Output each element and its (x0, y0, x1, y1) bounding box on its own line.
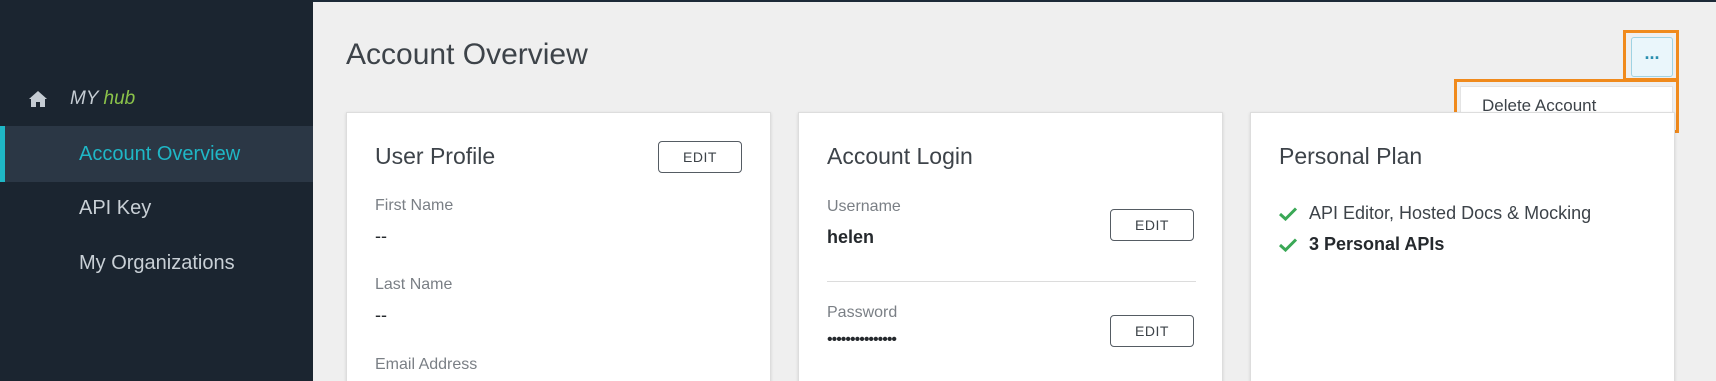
brand-link[interactable]: MY hub (28, 88, 135, 110)
first-name-label: First Name (375, 197, 454, 214)
first-name-value: -- (375, 226, 387, 246)
edit-username-button[interactable]: EDIT (1110, 209, 1194, 241)
personal-plan-card: Personal Plan API Editor, Hosted Docs & … (1250, 112, 1675, 381)
username-value: helen (827, 227, 875, 247)
account-login-card: Account Login Username helen EDIT Passwo… (798, 112, 1223, 381)
card-title: Account Login (827, 143, 973, 169)
edit-password-button[interactable]: EDIT (1110, 315, 1194, 347)
brand-hub: hub (103, 88, 136, 109)
sidebar-item-label: Account Overview (79, 142, 241, 165)
password-label: Password (827, 304, 898, 321)
card-title: User Profile (375, 143, 496, 169)
divider (827, 281, 1196, 282)
sidebar: MY hub Account Overview API Key My Organ… (0, 0, 313, 381)
sidebar-item-label: My Organizations (79, 251, 235, 274)
edit-profile-button[interactable]: EDIT (658, 141, 742, 173)
brand-my: MY (70, 88, 99, 109)
email-label: Email Address (375, 356, 478, 373)
plan-feature: API Editor, Hosted Docs & Mocking (1279, 203, 1591, 224)
sidebar-item-label: API Key (79, 196, 152, 219)
more-options-button[interactable]: ... (1631, 37, 1673, 77)
sidebar-item-my-organizations[interactable]: My Organizations (0, 235, 313, 291)
check-icon (1279, 237, 1297, 252)
last-name-label: Last Name (375, 276, 453, 293)
more-button-highlight: ... (1623, 30, 1679, 81)
plan-feature: 3 Personal APIs (1279, 234, 1444, 255)
username-label: Username (827, 198, 901, 215)
plan-feature-label: 3 Personal APIs (1309, 234, 1445, 254)
check-icon (1279, 206, 1297, 221)
last-name-value: -- (375, 305, 387, 325)
sidebar-item-account-overview[interactable]: Account Overview (0, 126, 313, 182)
password-value: ••••••••••••••• (827, 331, 897, 348)
plan-feature-label: API Editor, Hosted Docs & Mocking (1309, 203, 1592, 223)
page-title: Account Overview (346, 38, 588, 71)
user-profile-card: User Profile EDIT First Name -- Last Nam… (346, 112, 771, 381)
sidebar-item-api-key[interactable]: API Key (0, 180, 313, 236)
home-icon (29, 91, 47, 107)
card-title: Personal Plan (1279, 143, 1423, 169)
